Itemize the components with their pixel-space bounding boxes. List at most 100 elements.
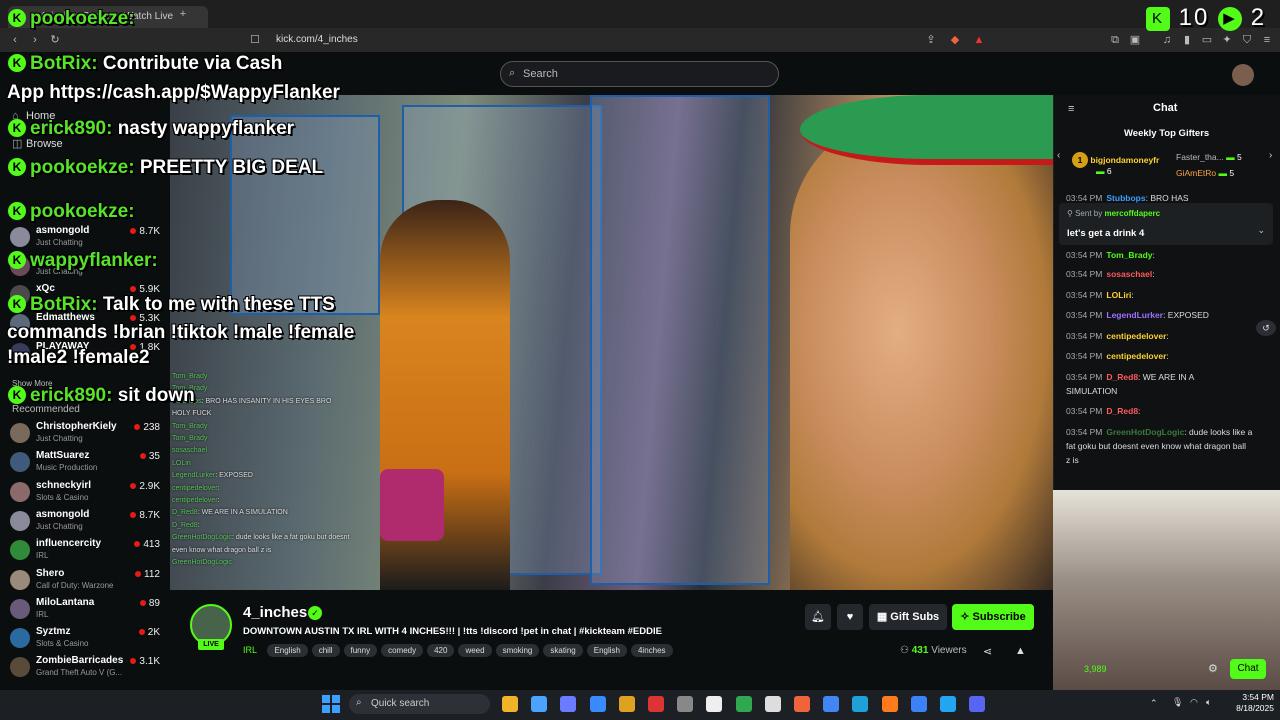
menu-icon[interactable]: ≡: [1260, 33, 1274, 47]
copilot-icon[interactable]: [531, 696, 548, 712]
reload-icon[interactable]: ↻: [48, 33, 62, 47]
forward-icon[interactable]: ›: [28, 33, 42, 47]
category-link[interactable]: IRL: [243, 645, 257, 655]
share-icon[interactable]: ⋖: [983, 645, 992, 658]
streamer-name[interactable]: 4_inches: [243, 604, 307, 621]
recommended-channel[interactable]: ChristopherKiely Just Chatting 238: [10, 420, 162, 448]
wallet-icon[interactable]: ▭: [1200, 33, 1214, 47]
sidebar-toggle-icon[interactable]: ▮: [1180, 33, 1194, 47]
recommended-channel[interactable]: asmongold Just Chatting 8.7K: [10, 508, 162, 536]
scroll-resume-icon[interactable]: ↺: [1256, 320, 1276, 336]
brave-icon[interactable]: [794, 696, 810, 712]
following-channel[interactable]: asmongold Just Chatting 8.7K: [10, 224, 162, 252]
widgets-icon[interactable]: [502, 696, 518, 712]
app-icon[interactable]: [706, 696, 723, 712]
vscode-icon[interactable]: [940, 696, 956, 712]
extensions-icon[interactable]: ⧉: [1108, 33, 1122, 47]
search-input[interactable]: ⌕ Search: [500, 61, 779, 87]
chat-username[interactable]: LOLiri: [1106, 290, 1131, 300]
notification-bell-icon[interactable]: 🔔︎: [805, 604, 831, 630]
video-chat-line: GreenHotDogLogic: [172, 559, 232, 566]
chat-username[interactable]: sosaschael: [1106, 269, 1152, 279]
clock[interactable]: 3:54 PM 8/18/2025: [1226, 692, 1274, 714]
user-avatar[interactable]: [1232, 64, 1254, 86]
edge-icon[interactable]: [852, 696, 869, 712]
new-tab-icon[interactable]: +: [176, 7, 190, 21]
leo-icon[interactable]: ✦: [1220, 33, 1234, 47]
tag-chip[interactable]: 420: [427, 644, 455, 657]
back-icon[interactable]: ‹: [8, 33, 22, 47]
chrome-icon[interactable]: [823, 696, 840, 712]
chat-username[interactable]: Stubbops: [1106, 193, 1145, 203]
subscribe-button[interactable]: ✧ Subscribe: [952, 604, 1034, 630]
tag-chip[interactable]: funny: [343, 644, 378, 657]
app-icon[interactable]: [735, 696, 752, 712]
recommended-channel[interactable]: schneckyirl Slots & Casino 2.9K: [10, 479, 162, 507]
gifter-2[interactable]: Faster_tha... ▬ 5: [1176, 152, 1242, 162]
app-icon[interactable]: [589, 696, 606, 712]
chevron-down-icon[interactable]: ⌄: [1257, 225, 1265, 236]
tag-chip[interactable]: English: [586, 644, 627, 657]
tag-chip[interactable]: English: [267, 644, 308, 657]
app-icon[interactable]: [677, 696, 694, 712]
screenshot-icon[interactable]: ▣: [1128, 33, 1142, 47]
recommended-channel[interactable]: MattSuarez Music Production 35: [10, 449, 162, 477]
report-icon[interactable]: ▲: [1015, 645, 1026, 657]
gift-subs-button[interactable]: ▦ Gift Subs: [869, 604, 947, 630]
live-badge: LIVE: [198, 639, 224, 650]
channel-points[interactable]: 3,989: [1084, 664, 1107, 674]
tag-chip[interactable]: comedy: [381, 644, 424, 657]
volume-icon[interactable]: 🔈︎: [1206, 697, 1211, 708]
teams-icon[interactable]: [560, 696, 577, 712]
chat-message: 03:54 PM LOLiri:: [1066, 290, 1134, 300]
chat-send-button[interactable]: Chat: [1230, 659, 1266, 679]
chevron-left-icon[interactable]: ‹: [1057, 150, 1060, 161]
vpn-icon[interactable]: ⛉: [1240, 33, 1254, 47]
collapse-chat-icon[interactable]: ≡: [1068, 103, 1074, 115]
file-explorer-icon[interactable]: [618, 696, 635, 712]
chat-username[interactable]: D_Red8: [1106, 406, 1138, 416]
firefox-icon[interactable]: [881, 696, 898, 712]
pinned-message[interactable]: ⚲ Sent by mercoffdaperc let's get a drin…: [1059, 203, 1273, 245]
settings-icon[interactable]: ⚙: [1208, 662, 1218, 675]
follow-heart-icon[interactable]: ♥: [837, 604, 863, 630]
recommended-channel[interactable]: Shero Call of Duty: Warzone 112: [10, 567, 162, 595]
kick-badge-icon: K: [8, 54, 26, 72]
recommended-channel[interactable]: Syztmz Slots & Casino 2K: [10, 625, 162, 653]
recommended-channel[interactable]: MiloLantana IRL 89: [10, 596, 162, 624]
gifter-1[interactable]: 1 bigjondamoneyfr: [1072, 152, 1159, 168]
recommended-channel[interactable]: ZombieBarricades Grand Theft Auto V (G...…: [10, 654, 162, 682]
app-icon[interactable]: [764, 696, 781, 712]
app-icon[interactable]: [910, 696, 927, 712]
chat-username[interactable]: GreenHotDogLogic: [1106, 427, 1184, 437]
recommended-channel[interactable]: influencercity IRL 413: [10, 537, 162, 565]
tag-chip[interactable]: chill: [311, 644, 340, 657]
share-icon[interactable]: ⇪: [924, 33, 938, 47]
discord-icon[interactable]: [969, 696, 986, 712]
viewers-icon: ⚇: [900, 645, 912, 656]
chat-username[interactable]: centipedelover: [1106, 331, 1166, 341]
tray-chevron-icon[interactable]: ⌃: [1150, 698, 1158, 709]
chat-username[interactable]: centipedelover: [1106, 351, 1166, 361]
video-chat-line: sosaschael: [172, 447, 207, 454]
tag-chip[interactable]: skating: [543, 644, 583, 657]
media-icon[interactable]: ♫: [1160, 33, 1174, 47]
app-icon[interactable]: [648, 696, 664, 712]
microphone-icon[interactable]: 🎙︎: [1172, 697, 1183, 708]
wifi-icon[interactable]: ◠: [1190, 697, 1198, 708]
address-bar[interactable]: kick.com/4_inches: [276, 34, 358, 45]
tag-chip[interactable]: 4inches: [630, 644, 673, 657]
chevron-right-icon[interactable]: ›: [1269, 150, 1272, 161]
chat-username[interactable]: Tom_Brady: [1106, 250, 1152, 260]
windows-start-icon[interactable]: [322, 695, 340, 713]
tag-chip[interactable]: weed: [458, 644, 492, 657]
tag-chip[interactable]: smoking: [495, 644, 540, 657]
chat-username[interactable]: LegendLurker: [1106, 310, 1163, 320]
chat-username[interactable]: D_Red8: [1106, 372, 1138, 382]
bookmark-icon[interactable]: ☐: [248, 33, 262, 47]
gifter-3[interactable]: GiAmEtRo ▬ 5: [1176, 168, 1234, 178]
brave-rewards-icon[interactable]: ▲: [972, 33, 986, 47]
brave-shield-icon[interactable]: ◆: [948, 33, 962, 47]
taskbar-search-input[interactable]: ⌕ Quick search: [349, 694, 490, 714]
overlay-username: pookoekze:: [30, 201, 135, 222]
